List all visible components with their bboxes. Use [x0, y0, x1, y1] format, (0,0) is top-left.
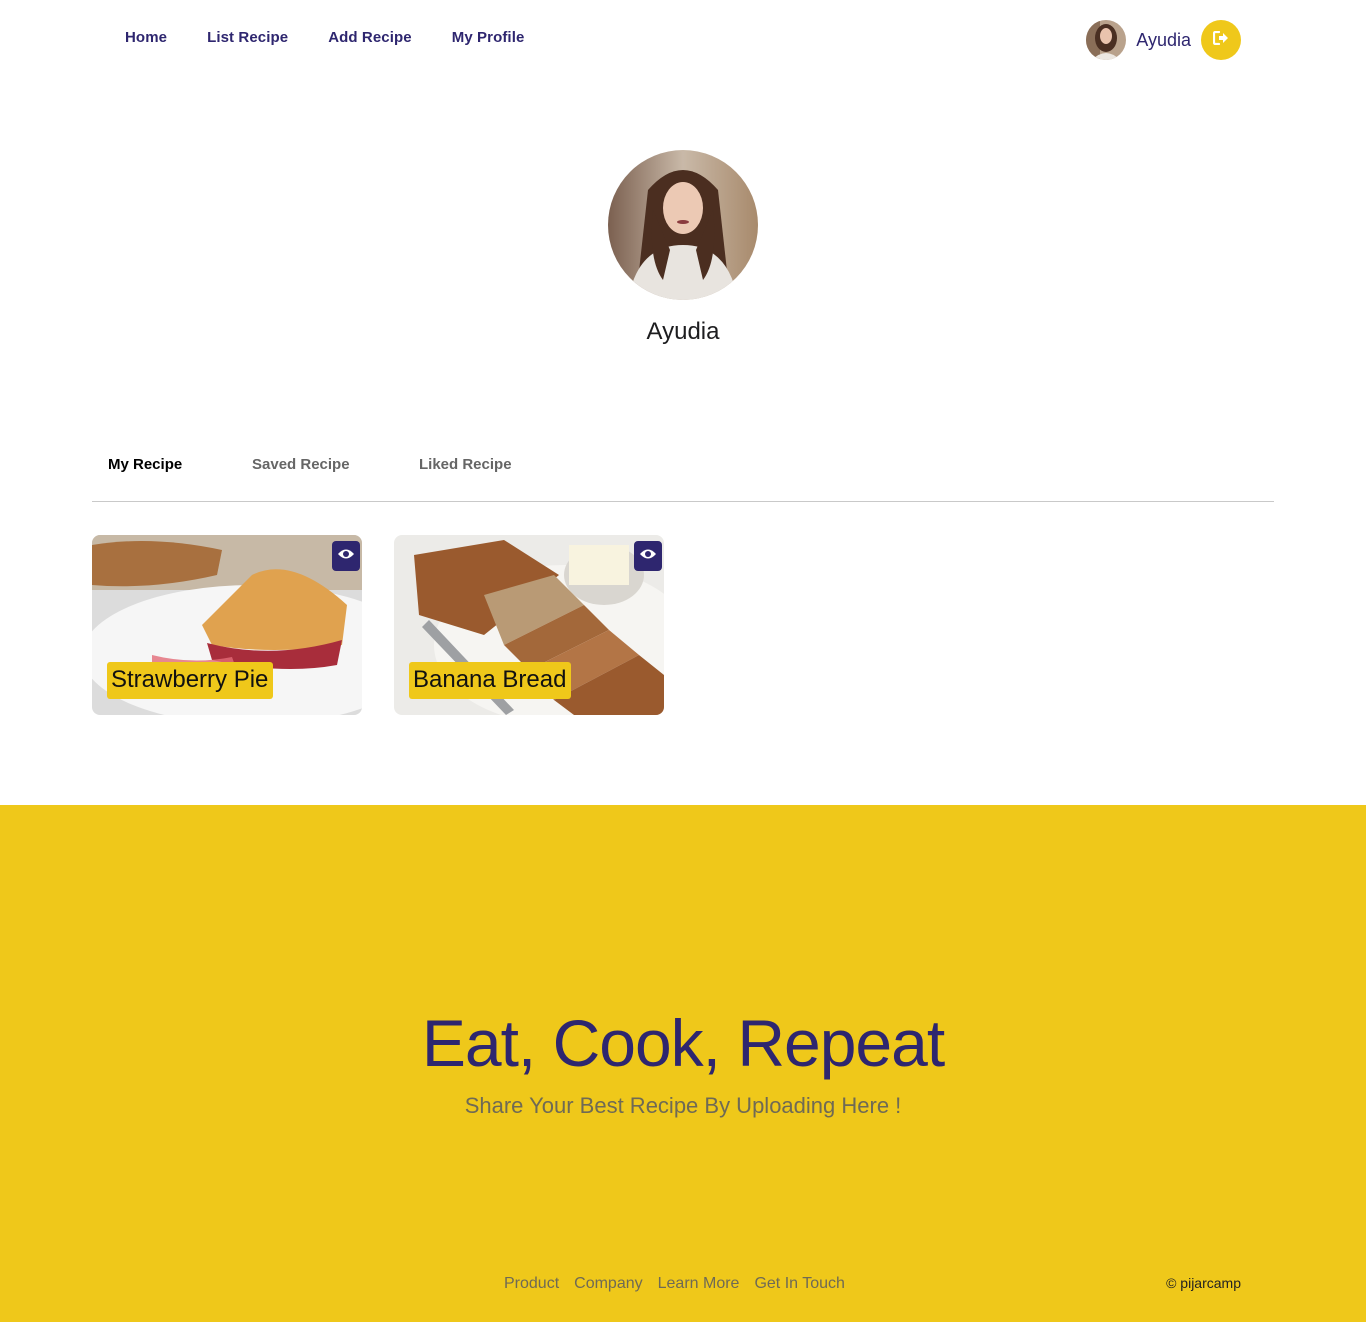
footer-link-company[interactable]: Company: [574, 1275, 642, 1293]
eye-icon: [337, 547, 355, 565]
footer-links: Product Company Learn More Get In Touch: [504, 1275, 845, 1293]
nav-link-home[interactable]: Home: [125, 29, 167, 46]
recipe-title: Strawberry Pie: [107, 661, 274, 699]
nav-link-list-recipe[interactable]: List Recipe: [207, 29, 288, 46]
nav-link-my-profile[interactable]: My Profile: [452, 29, 525, 46]
navbar: Home List Recipe Add Recipe My Profile A…: [0, 0, 1366, 80]
recipe-card[interactable]: Strawberry Pie: [92, 535, 362, 715]
tab-saved-recipe[interactable]: Saved Recipe: [252, 456, 419, 473]
eye-icon: [639, 547, 657, 565]
profile-name: Ayudia: [646, 318, 720, 345]
logout-button[interactable]: [1201, 20, 1241, 60]
tabs-divider: [92, 501, 1274, 502]
footer-title: Eat, Cook, Repeat: [421, 1006, 945, 1080]
recipe-title: Banana Bread: [409, 661, 572, 699]
footer-link-get-in-touch[interactable]: Get In Touch: [754, 1275, 844, 1293]
logout-icon: [1212, 30, 1229, 50]
tab-liked-recipe[interactable]: Liked Recipe: [419, 456, 512, 473]
nav-link-add-recipe[interactable]: Add Recipe: [328, 29, 412, 46]
footer-link-product[interactable]: Product: [504, 1275, 559, 1293]
recipe-grid: Strawberry Pie Banana Bread: [92, 535, 664, 715]
copyright: © pijarcamp: [1166, 1275, 1241, 1291]
footer-link-learn-more[interactable]: Learn More: [658, 1275, 740, 1293]
avatar[interactable]: [1086, 20, 1127, 60]
view-recipe-button[interactable]: [634, 541, 662, 571]
profile-header: Ayudia: [0, 150, 1366, 346]
footer: Eat, Cook, Repeat Share Your Best Recipe…: [0, 805, 1366, 1322]
profile-photo[interactable]: [608, 150, 758, 300]
recipe-card[interactable]: Banana Bread: [394, 535, 664, 715]
tab-my-recipe[interactable]: My Recipe: [108, 456, 252, 473]
user-menu: Ayudia: [1086, 20, 1241, 60]
view-recipe-button[interactable]: [332, 541, 360, 571]
footer-subtitle: Share Your Best Recipe By Uploading Here…: [464, 1093, 902, 1118]
nav-links: Home List Recipe Add Recipe My Profile: [125, 29, 524, 46]
nav-username: Ayudia: [1136, 29, 1191, 50]
profile-tabs: My Recipe Saved Recipe Liked Recipe: [108, 456, 512, 473]
